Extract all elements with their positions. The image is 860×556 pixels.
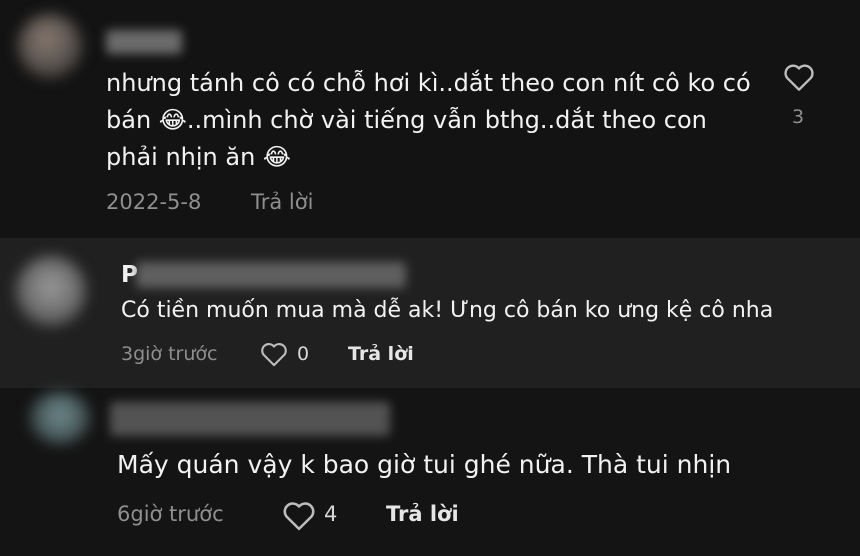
username-blurred[interactable] [136, 262, 406, 288]
avatar[interactable] [30, 392, 90, 444]
avatar[interactable] [18, 14, 82, 78]
reply-button[interactable]: Trả lời [348, 343, 414, 365]
comment-text-line: phải nhịn ăn 😂 [106, 143, 291, 171]
heart-outline-icon[interactable] [783, 62, 815, 92]
comment-date: 2022-5-8 [106, 190, 202, 214]
comment-text: Có tiền muốn mua mà dễ ak! Ưng cô bán ko… [121, 298, 774, 323]
comment-text-line: nhưng tánh cô có chỗ hơi kì..dắt theo co… [106, 69, 751, 97]
avatar[interactable] [16, 256, 86, 326]
comment-item-1: nhưng tánh cô có chỗ hơi kì..dắt theo co… [0, 0, 860, 238]
reply-button[interactable]: Trả lời [251, 190, 313, 214]
like-count: 0 [297, 343, 310, 365]
comment-item-3: Mấy quán vậy k bao giờ tui ghé nữa. Thà … [0, 388, 860, 556]
heart-outline-icon[interactable] [260, 341, 288, 367]
comment-time: 3giờ trước [121, 343, 218, 365]
comment-item-2: P Có tiền muốn mua mà dễ ak! Ưng cô bán … [0, 238, 860, 388]
comment-text: Mấy quán vậy k bao giờ tui ghé nữa. Thà … [117, 450, 732, 479]
username-blurred[interactable] [110, 402, 390, 436]
heart-outline-icon[interactable] [282, 500, 316, 531]
like-count: 4 [324, 502, 338, 526]
comment-text-line: bán 😂..mình chờ vài tiếng vẫn bthg..dắt … [106, 106, 707, 134]
username-blurred[interactable] [106, 30, 182, 54]
like-count: 3 [792, 106, 805, 128]
comment-time: 6giờ trước [117, 502, 224, 526]
reply-button[interactable]: Trả lời [386, 502, 459, 526]
